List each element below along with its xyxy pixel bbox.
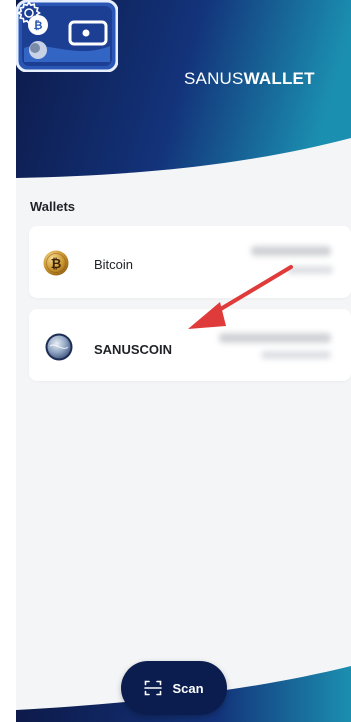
balance-fiat-blurred	[261, 351, 331, 359]
annotation-arrow-icon	[188, 265, 293, 329]
app-title-regular: SANUS	[184, 69, 244, 88]
settings-gear-icon[interactable]	[16, 0, 42, 26]
app-screen: ₿ SANUSWALLET Wallets ₿ Bitcoin SANUSCOI…	[16, 0, 351, 722]
sanuscoin-coin-icon	[45, 333, 73, 361]
scan-button-label: Scan	[172, 680, 204, 696]
app-title: SANUSWALLET	[184, 69, 315, 89]
wallets-section-title: Wallets	[30, 199, 76, 214]
wallet-name-bitcoin: Bitcoin	[94, 257, 134, 272]
header: ₿ SANUSWALLET	[16, 0, 351, 200]
bitcoin-coin-icon: ₿	[43, 250, 69, 276]
scan-button[interactable]: Scan	[121, 661, 227, 715]
svg-text:₿: ₿	[51, 257, 62, 272]
scan-frame-icon	[144, 680, 163, 696]
app-title-bold: WALLET	[243, 69, 315, 88]
wallet-name-sanuscoin: SANUSCOIN	[94, 342, 173, 357]
